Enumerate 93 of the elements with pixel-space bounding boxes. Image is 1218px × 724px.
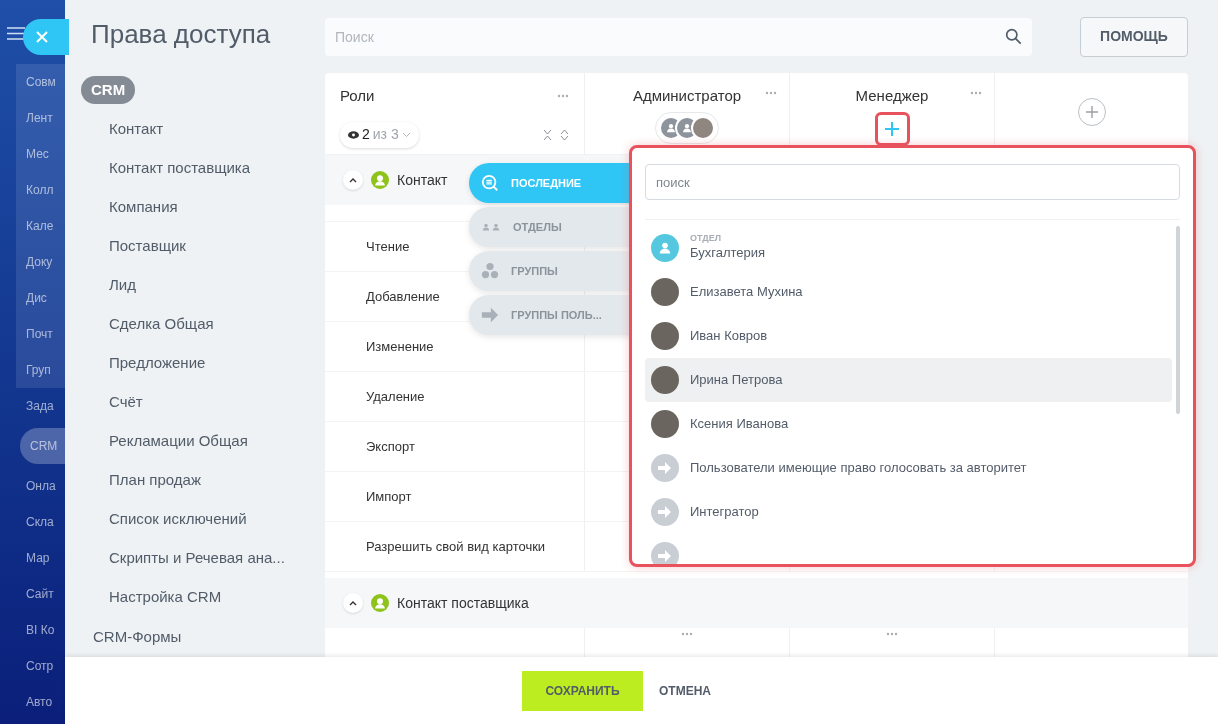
permission-label: Удаление	[366, 387, 425, 406]
item-name: Бухгалтерия	[690, 244, 766, 263]
eye-icon	[348, 130, 359, 139]
nav-item[interactable]: Сайт	[16, 576, 65, 612]
nav-item[interactable]: CRM	[20, 428, 65, 464]
item-name: Пользователи имеющие право голосовать за авторитет	[690, 459, 1027, 478]
permission-label: Импорт	[366, 487, 412, 506]
nav-item[interactable]: Груп	[16, 352, 65, 388]
close-icon	[36, 31, 48, 43]
column-title: Роли	[340, 86, 375, 106]
page-title: Права доступа	[90, 17, 272, 51]
column-title: Менеджер	[855, 86, 929, 106]
collapse-button[interactable]	[343, 593, 363, 613]
more-icon[interactable]	[970, 91, 982, 95]
collapse-icon[interactable]	[543, 128, 552, 141]
nav-item[interactable]: Лент	[16, 100, 65, 136]
permission-label: Чтение	[366, 237, 410, 256]
department-icon	[651, 234, 679, 262]
column-title: Администратор	[632, 86, 742, 106]
avatar	[651, 322, 679, 350]
chevron-icon	[349, 177, 357, 183]
nav-item[interactable]: Мес	[16, 136, 65, 172]
nav-item[interactable]: Почт	[16, 316, 65, 352]
section-title: Контакт	[397, 170, 448, 190]
user-icon	[371, 171, 389, 189]
role-filter[interactable]: 2 из 3	[340, 121, 419, 148]
menu-item[interactable]: Контакт поставщика	[81, 149, 325, 188]
menu-item[interactable]: Лид	[81, 266, 325, 305]
search-icon[interactable]	[1005, 28, 1022, 45]
permission-label: Разрешить свой вид карточки	[366, 537, 546, 556]
nav-item[interactable]: Совм	[16, 64, 65, 100]
menu-section[interactable]: CRM	[81, 75, 136, 105]
chevron-icon	[349, 600, 357, 606]
menu-item[interactable]: Сделка Общая	[81, 305, 325, 344]
menu-item[interactable]: Предложение	[81, 344, 325, 383]
item-name: Ирина Петрова	[690, 371, 783, 390]
nav-item[interactable]: BI Ко	[16, 612, 65, 648]
menu-item[interactable]: Счёт	[81, 383, 325, 422]
permission-label: Добавление	[366, 287, 440, 306]
filter-total: из 3	[372, 125, 399, 144]
more-icon[interactable]	[886, 632, 898, 636]
nav-item[interactable]: Скла	[16, 504, 65, 540]
arrow-icon	[481, 307, 499, 323]
menu-item[interactable]: Контакт	[81, 110, 325, 149]
item-name: Иван Ковров	[690, 327, 768, 346]
search-field[interactable]: Поиск	[325, 17, 1032, 56]
avatar	[651, 366, 679, 394]
close-button[interactable]	[23, 19, 69, 55]
menu-item[interactable]: Рекламации Общая	[81, 422, 325, 461]
arrow-icon	[651, 542, 679, 564]
help-button[interactable]: ПОМОЩЬ	[1080, 16, 1188, 57]
menu-item[interactable]: Список исключений	[81, 500, 325, 539]
more-icon[interactable]	[765, 91, 777, 95]
nav-item[interactable]: Онла	[16, 468, 65, 504]
menu-item[interactable]: Компания	[81, 188, 325, 227]
nav-item[interactable]: Дис	[16, 280, 65, 316]
avatar	[651, 410, 679, 438]
plus-icon	[885, 121, 899, 136]
permission-label: Экспорт	[366, 437, 415, 456]
filter-count: 2	[362, 125, 370, 144]
cancel-button[interactable]: ОТМЕНА	[659, 670, 711, 711]
nav-item[interactable]: Сотр	[16, 648, 65, 684]
item-name: Ксения Иванова	[690, 415, 789, 434]
nav-item[interactable]: Авто	[16, 684, 65, 720]
picker-item[interactable]: Ирина Петрова	[645, 358, 1172, 402]
nav-item[interactable]: Мар	[16, 540, 65, 576]
caret-icon	[401, 131, 411, 138]
picker-search-field[interactable]: поиск	[645, 164, 1180, 201]
item-name: Елизавета Мухина	[690, 283, 803, 302]
expand-icon[interactable]	[560, 128, 569, 141]
save-button[interactable]: СОХРАНИТЬ	[522, 670, 643, 711]
circles-icon	[481, 262, 499, 280]
search-list-icon	[481, 174, 499, 192]
plus-icon	[1085, 106, 1098, 118]
nav-item[interactable]: Колл	[16, 172, 65, 208]
menu-item[interactable]: План продаж	[81, 461, 325, 500]
collapse-button[interactable]	[343, 170, 363, 190]
item-caption: ОТДЕЛ	[690, 233, 722, 244]
section-title: Контакт поставщика	[397, 593, 529, 613]
nav-item[interactable]: Доку	[16, 244, 65, 280]
menu-item[interactable]: Скрипты и Речевая ана...	[81, 539, 325, 578]
scrollbar[interactable]	[1176, 226, 1180, 414]
menu-item[interactable]: Поставщик	[81, 227, 325, 266]
nav-item[interactable]: Зада	[16, 388, 65, 424]
permission-label: Изменение	[366, 337, 434, 356]
menu-section[interactable]: CRM-Формы	[81, 625, 194, 649]
more-icon[interactable]	[557, 94, 569, 99]
user-icon	[371, 594, 389, 612]
menu-item[interactable]: Настройка CRM	[81, 578, 325, 617]
more-icon[interactable]	[681, 632, 693, 636]
avatar	[651, 278, 679, 306]
nav-item[interactable]: Кале	[16, 208, 65, 244]
item-name: Интегратор	[690, 503, 759, 522]
